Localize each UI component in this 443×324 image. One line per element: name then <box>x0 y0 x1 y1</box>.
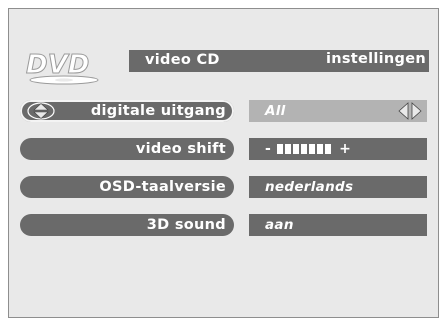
menu-item-video-shift[interactable]: video shift <box>20 138 234 160</box>
value-text: nederlands <box>265 179 354 195</box>
value-osd-taalversie[interactable]: nederlands <box>249 176 427 198</box>
slider-plus: + <box>339 141 352 157</box>
dvd-logo: DVD <box>26 50 99 85</box>
slider-segment <box>317 144 324 154</box>
left-right-arrows-icon[interactable] <box>396 102 424 120</box>
slider-segment <box>293 144 300 154</box>
value-text: All <box>265 103 286 119</box>
menu-item-3d-sound[interactable]: 3D sound <box>20 214 234 236</box>
video-shift-slider[interactable]: - + <box>265 138 351 160</box>
value-digitale-uitgang[interactable]: All <box>249 100 427 122</box>
slider-segment <box>309 144 316 154</box>
value-text: aan <box>265 217 294 233</box>
menu-item-label: digitale uitgang <box>90 103 226 119</box>
slider-bars <box>277 144 333 154</box>
dvd-logo-text: DVD <box>26 50 89 80</box>
slider-minus: - <box>265 141 272 157</box>
slider-segment <box>277 144 284 154</box>
menu-item-label: OSD-taalversie <box>99 179 226 195</box>
osd-screen: DVD video CD instellingen digitale uitga… <box>8 8 439 318</box>
menu-item-label: 3D sound <box>146 217 226 233</box>
menu-item-digitale-uitgang[interactable]: digitale uitgang <box>20 100 234 122</box>
up-down-arrows-icon <box>27 102 55 120</box>
value-3d-sound[interactable]: aan <box>249 214 427 236</box>
slider-segment <box>285 144 292 154</box>
menu-item-osd-taalversie[interactable]: OSD-taalversie <box>20 176 234 198</box>
menu-item-label: video shift <box>135 141 226 157</box>
slider-segment <box>301 144 308 154</box>
section-title: instellingen <box>325 51 426 67</box>
menu-title: video CD <box>145 52 220 68</box>
header-bar: video CD instellingen <box>129 50 429 72</box>
slider-segment <box>325 144 332 154</box>
value-video-shift[interactable]: - + <box>249 138 427 160</box>
